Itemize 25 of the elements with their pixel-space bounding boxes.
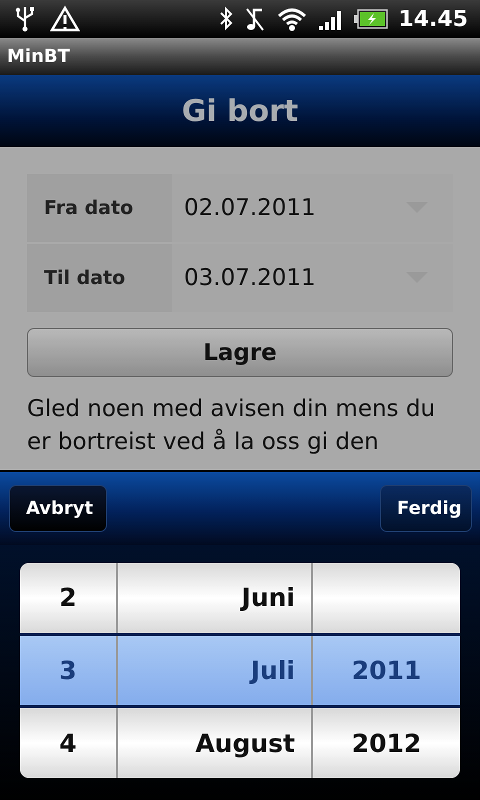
month-value: August bbox=[195, 728, 295, 758]
picker-row[interactable]: 2 Juni bbox=[20, 563, 460, 633]
description-text: Gled noen med avisen din mens du er bortreist ved å la oss gi den bbox=[27, 395, 436, 457]
app-title: MinBT bbox=[7, 46, 70, 67]
selection-bar[interactable]: 3 Juli 2011 bbox=[20, 632, 460, 708]
usb-icon bbox=[14, 5, 36, 33]
day-value: 3 bbox=[59, 656, 77, 685]
day-value: 4 bbox=[59, 728, 77, 758]
warning-icon bbox=[50, 5, 80, 33]
battery-charging-icon bbox=[354, 9, 388, 29]
page-title: Gi bort bbox=[182, 94, 298, 128]
year-value: 2011 bbox=[352, 656, 422, 685]
year-value: 2012 bbox=[352, 728, 422, 758]
bluetooth-icon bbox=[218, 5, 234, 33]
field-label: Til dato bbox=[27, 244, 172, 312]
cancel-button[interactable]: Avbryt bbox=[9, 485, 107, 532]
month-value: Juni bbox=[242, 583, 295, 612]
picker-row[interactable]: 4 August 2012 bbox=[20, 708, 460, 778]
month-value: Juli bbox=[250, 656, 295, 685]
field-label: Fra dato bbox=[27, 174, 172, 242]
date-picker[interactable]: 2 Juni 3 Juli 2011 4 August 2012 bbox=[20, 563, 460, 778]
save-button[interactable]: Lagre bbox=[27, 328, 453, 377]
done-button[interactable]: Ferdig bbox=[380, 485, 472, 532]
day-value: 2 bbox=[59, 583, 77, 612]
clock-time: 14.45 bbox=[398, 6, 468, 32]
